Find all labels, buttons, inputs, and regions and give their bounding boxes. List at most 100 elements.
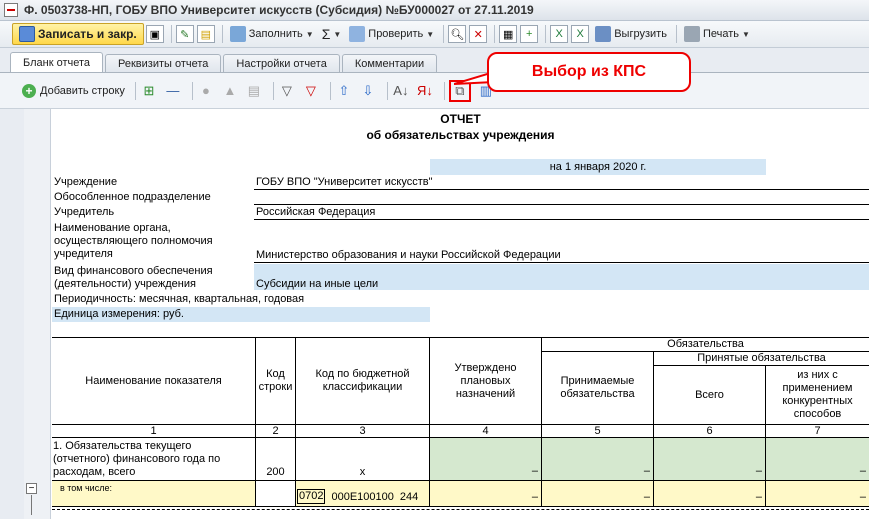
collapse-icon[interactable]: − [26,483,37,494]
table-icon[interactable]: ▦ [499,25,518,43]
excel-export-icon[interactable]: X [571,25,590,43]
upload-button[interactable]: Выгрузить [592,23,670,45]
find-icon[interactable]: 🔍︎ [448,25,467,43]
excel-import-icon[interactable]: X [550,25,569,43]
authority-label: Наименование органа, осуществляющего пол… [54,222,213,260]
row2-competitive-value: – [859,491,866,503]
tab-report-details[interactable]: Реквизиты отчета [105,54,222,73]
toolbar-separator [191,81,193,100]
col-number: 4 [430,425,542,438]
arrow-up-icon[interactable]: ⇧ [335,82,353,100]
tree-icon[interactable]: ▲ [221,82,239,100]
report-content: ОТЧЕТ об обязательствах учреждения на 1 … [52,109,869,519]
row2-approved-value: – [531,491,538,503]
fill-icon [229,26,246,42]
tab-report-settings[interactable]: Настройки отчета [223,54,340,73]
add-green-icon[interactable]: + [520,25,539,43]
filter-clear-icon[interactable]: ▽ [302,82,320,100]
toolbar-separator [221,25,223,43]
tree-line [31,495,32,515]
fill-button[interactable]: Заполнить ▼ [227,23,317,45]
check-button[interactable]: Проверить ▼ [346,23,437,45]
header-name: Наименование показателя [52,338,256,425]
find-clear-icon[interactable]: ✕ [469,25,488,43]
save-icon-button[interactable]: ▣ [145,25,164,43]
row2-kbk[interactable]: 0702 000Е100100 244 [296,481,430,507]
row1-approved-value: – [531,465,538,477]
document-icon [4,3,18,17]
row1-acceptable[interactable]: – [542,438,654,481]
grid-icon[interactable]: ▤ [245,82,263,100]
row1-total-value: – [755,465,762,477]
col-number: 6 [654,425,766,438]
row2-approved[interactable]: – [430,481,542,507]
obligations-table: Наименование показателя Код строки Код п… [52,337,869,519]
unit-label: Единица измерения: руб. [54,308,184,320]
row2-name: в том числе: [52,481,256,507]
col-number: 5 [542,425,654,438]
filter-icon[interactable]: ▽ [278,82,296,100]
print-button[interactable]: Печать ▼ [681,23,753,45]
row2-code[interactable] [256,481,296,507]
kbk-section[interactable]: 0702 [297,489,326,504]
kbk-target[interactable]: 000Е100100 [331,491,393,504]
header-obligations: Обязательства [542,338,869,352]
toolbar-separator [675,25,677,43]
underline [254,262,869,263]
tab-bar: Бланк отчета Реквизиты отчета Настройки … [10,52,439,73]
kbk-expense-type[interactable]: 244 [400,491,418,504]
chevron-down-icon: ▼ [426,29,435,39]
row2-acceptable-value: – [643,491,650,503]
row2-total[interactable]: – [654,481,766,507]
header-accepted-group: Принятые обязательства [654,352,869,366]
row1-total[interactable]: – [654,438,766,481]
toolbar-separator [443,81,445,100]
col-number: 7 [766,425,869,438]
insert-row-icon[interactable]: ⊞ [140,82,158,100]
finance-type-label: Вид финансового обеспечения (деятельност… [54,265,213,290]
row2-competitive[interactable]: – [766,481,869,507]
header-kbk: Код по бюджетной классификации [296,338,430,425]
chevron-down-icon: ▼ [305,29,314,39]
authority-value[interactable]: Министерство образования и науки Российс… [256,249,561,262]
main-toolbar: Записать и закр. ▣ ✎ ▤ Заполнить ▼ Σ ▼ Про… [0,21,869,48]
subdivision-label: Обособленное подразделение [54,191,211,203]
add-row-button[interactable]: + Добавить строку [22,82,125,100]
toolbar-separator [443,25,445,43]
add-icon: + [22,83,36,98]
row1-approved[interactable]: – [430,438,542,481]
header-approved: Утверждено плановых назначений [430,338,542,425]
row1-competitive[interactable]: – [766,438,869,481]
window-titlebar: Ф. 0503738-НП, ГОБУ ВПО Университет иску… [0,0,869,21]
edit-icon[interactable]: ✎ [175,25,194,43]
founder-label: Учредитель [54,206,115,218]
report-date: на 1 января 2020 г. [430,159,766,175]
form-toolbar: + Добавить строку ⊞ — ● ▲ ▤ ▽ ▽ ⇧ ⇩ A↓ Я… [0,73,869,109]
founder-value[interactable]: Российская Федерация [256,206,375,219]
note-icon[interactable]: ▤ [196,25,215,43]
report-title: ОТЧЕТ [440,112,481,126]
tab-report-form[interactable]: Бланк отчета [10,52,104,73]
institution-value[interactable]: ГОБУ ВПО "Университет искусств" [256,176,432,189]
delete-row-icon[interactable]: — [164,82,182,100]
printer-icon [683,26,700,42]
finance-type-value[interactable]: Субсидии на иные цели [256,278,378,291]
institution-label: Учреждение [54,176,118,188]
circle-icon[interactable]: ● [197,82,215,100]
underline [254,219,869,220]
upload-icon [595,26,612,42]
arrow-down-icon[interactable]: ⇩ [359,82,377,100]
row2-acceptable[interactable]: – [542,481,654,507]
col-number: 3 [296,425,430,438]
toolbar-separator [386,81,388,100]
save-and-close-button[interactable]: Записать и закр. [12,23,144,45]
row2-total-value: – [755,491,762,503]
chevron-down-icon: ▼ [333,29,342,39]
header-total: Всего [654,366,766,425]
sort-asc-icon[interactable]: A↓ [392,82,410,100]
tab-comments[interactable]: Комментарии [341,54,438,73]
sum-button[interactable]: Σ ▼ [319,23,345,45]
row1-kbk: x [296,438,430,481]
row1-competitive-value: – [859,465,866,477]
sort-desc-icon[interactable]: Я↓ [416,82,434,100]
